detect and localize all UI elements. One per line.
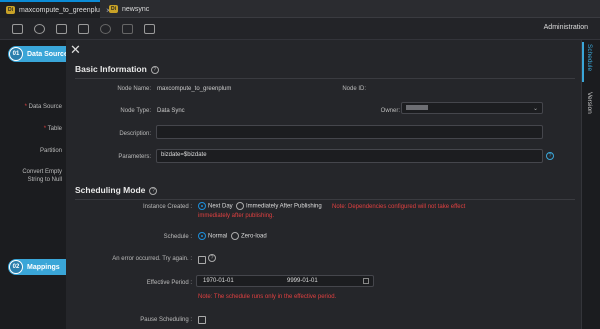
help-icon[interactable]: ? <box>150 65 159 74</box>
tab-maxcompute[interactable]: Di maxcompute_to_greenplu × <box>0 0 111 18</box>
radio-next-day[interactable]: Next Day <box>198 202 233 210</box>
tab-schedule[interactable]: Schedule <box>586 44 593 71</box>
step-label: Data Source <box>27 50 68 58</box>
chevron-down-icon: ⌄ <box>532 106 538 112</box>
step-data-source[interactable]: 01 Data Source <box>8 46 68 62</box>
data-integration-icon: Di <box>6 6 15 14</box>
convert-empty-label: Convert Empty String to Null <box>22 169 62 183</box>
tab-version[interactable]: Version <box>586 92 593 114</box>
tab-label: maxcompute_to_greenplu <box>19 6 100 14</box>
active-tab-indicator <box>582 42 584 82</box>
description-label: Description: <box>119 131 151 137</box>
parameters-label: Parameters: <box>118 154 151 160</box>
node-type-value: Data Sync <box>157 108 185 114</box>
instance-created-label: Instance Created : <box>142 204 192 210</box>
format-icon[interactable] <box>144 24 155 34</box>
owner-label: Owner: <box>380 108 400 114</box>
calendar-icon <box>363 278 369 284</box>
effective-period-note: Note: The schedule runs only in the effe… <box>198 294 337 300</box>
close-icon[interactable]: ✕ <box>70 42 81 58</box>
run-icon[interactable] <box>34 24 45 34</box>
radio-normal[interactable]: Normal <box>198 232 227 240</box>
owner-value-redacted <box>406 105 428 110</box>
radio-immediately[interactable]: Immediately After Publishing <box>236 202 322 210</box>
node-type-label: Node Type: <box>120 108 151 114</box>
node-name-label: Node Name: <box>117 86 151 92</box>
pause-scheduling-label: Pause Scheduling : <box>140 317 192 323</box>
divider <box>75 199 575 200</box>
owner-select[interactable]: ⌄ <box>401 102 543 114</box>
parameters-field[interactable]: bizdate=$bizdate <box>156 149 543 163</box>
submit-icon[interactable] <box>78 24 89 34</box>
dependencies-note-1: Note: Dependencies configured will not t… <box>332 204 466 210</box>
node-id-label: Node ID: <box>342 86 366 92</box>
error-retry-checkbox[interactable] <box>198 256 206 264</box>
right-side-tabs: Schedule Version <box>581 40 600 329</box>
properties-panel: ✕ Basic Information? Node Name: maxcompu… <box>66 40 581 329</box>
effective-period-label: Effective Period : <box>146 280 192 286</box>
divider <box>75 78 575 79</box>
run-params-icon[interactable] <box>56 24 67 34</box>
tab-bar: Di maxcompute_to_greenplu × Di newsync <box>0 0 600 18</box>
error-label: An error occurred. Try again. : <box>112 256 192 262</box>
toolbar: Administration <box>0 18 600 40</box>
stop-icon[interactable] <box>100 24 111 34</box>
effective-period-range[interactable]: 1970-01-01 9999-01-01 <box>196 275 374 287</box>
step-label: Mappings <box>27 263 60 271</box>
help-icon[interactable]: ? <box>208 254 216 262</box>
step-mappings[interactable]: 02 Mappings <box>8 259 68 275</box>
save-icon[interactable] <box>12 24 23 34</box>
administration-link[interactable]: Administration <box>544 24 588 31</box>
pause-scheduling-checkbox[interactable] <box>198 316 206 324</box>
help-icon[interactable]: ? <box>149 186 158 195</box>
lock-icon[interactable] <box>122 24 133 34</box>
step-number: 01 <box>9 47 23 61</box>
scheduling-mode-heading: Scheduling Mode? <box>75 185 158 195</box>
dependencies-note-2: immediately after publishing. <box>198 213 275 219</box>
data-integration-icon: Di <box>109 5 118 13</box>
left-steps-pane: 01 Data Source * Data Source * Table Par… <box>0 40 68 329</box>
tab-newsync[interactable]: Di newsync <box>103 0 158 18</box>
step-number: 02 <box>9 260 23 274</box>
date-end: 9999-01-01 <box>287 278 318 284</box>
date-start: 1970-01-01 <box>203 278 234 284</box>
description-field[interactable] <box>156 125 543 139</box>
parameters-help-icon[interactable]: ? <box>546 152 554 160</box>
tab-label: newsync <box>122 5 150 13</box>
radio-zero-load[interactable]: Zero-load <box>231 232 267 240</box>
node-name-value: maxcompute_to_greenplum <box>157 86 232 92</box>
schedule-label: Schedule : <box>163 234 192 240</box>
basic-information-heading: Basic Information? <box>75 64 159 74</box>
